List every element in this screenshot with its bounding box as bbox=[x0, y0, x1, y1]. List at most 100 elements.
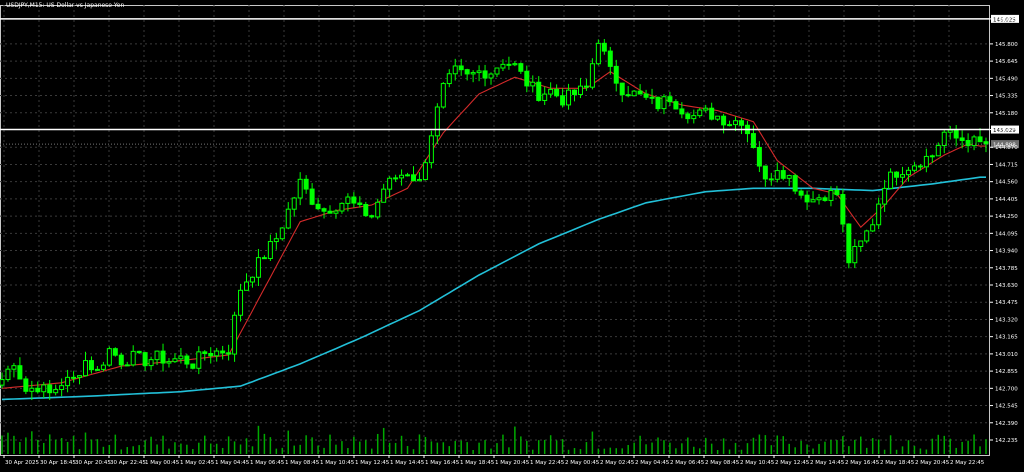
symbol-label: USDJPY,M15: US Dollar vs Japanese Yen bbox=[6, 2, 125, 9]
x-tick-label: 1 May 04:45 bbox=[215, 460, 250, 466]
candle bbox=[428, 130, 434, 169]
y-tick-label: 144.250 bbox=[995, 214, 1018, 220]
chart-canvas[interactable]: 146.025145.029144.898 146.025145.800145.… bbox=[0, 0, 1024, 468]
candle-body bbox=[858, 240, 864, 247]
candle-body bbox=[512, 63, 518, 66]
y-tick-label: 143.475 bbox=[995, 300, 1018, 306]
candle-body bbox=[303, 178, 309, 190]
candle bbox=[738, 118, 744, 135]
candle-body bbox=[399, 174, 405, 179]
candle bbox=[601, 38, 607, 55]
candle-body bbox=[100, 364, 106, 370]
candle bbox=[846, 223, 852, 269]
candle-body bbox=[577, 85, 583, 95]
candle-body bbox=[255, 257, 261, 278]
candle bbox=[512, 61, 518, 67]
candle bbox=[595, 39, 601, 66]
candle bbox=[613, 59, 619, 92]
candle bbox=[106, 346, 112, 367]
candle-body bbox=[900, 174, 906, 178]
y-tick-label: 144.560 bbox=[995, 180, 1018, 186]
candle bbox=[261, 255, 267, 260]
candle-body bbox=[476, 70, 482, 74]
candle bbox=[94, 366, 100, 371]
candle bbox=[387, 176, 393, 198]
candle-body bbox=[762, 165, 768, 180]
candle-body bbox=[118, 354, 124, 366]
x-tick-label: 1 May 06:45 bbox=[250, 460, 285, 466]
candle-body bbox=[154, 350, 160, 361]
candle-body bbox=[184, 355, 190, 365]
candle bbox=[566, 83, 572, 110]
candle bbox=[333, 209, 339, 219]
candle-body bbox=[160, 350, 166, 364]
candle-body bbox=[291, 197, 297, 210]
y-tick-label: 144.715 bbox=[995, 162, 1018, 168]
candle bbox=[190, 363, 196, 370]
price-chart[interactable]: 146.025 145.029 144.898 146.025 145.800 145.… bbox=[0, 0, 1024, 468]
candle-body bbox=[220, 350, 226, 354]
candle-body bbox=[709, 107, 715, 120]
candle bbox=[238, 283, 244, 322]
candle bbox=[339, 202, 345, 214]
candle bbox=[5, 365, 11, 382]
candle bbox=[29, 380, 35, 401]
candle bbox=[71, 371, 77, 383]
candle bbox=[894, 171, 900, 186]
candle bbox=[184, 353, 190, 369]
candle bbox=[548, 82, 554, 98]
candle-body bbox=[894, 171, 900, 178]
candle-body bbox=[649, 96, 655, 99]
candle-body bbox=[446, 73, 452, 85]
horizontal-lines[interactable]: 146.025145.029144.898 bbox=[0, 14, 1019, 149]
candle-body bbox=[500, 63, 506, 69]
candle bbox=[309, 183, 315, 206]
y-tick-label: 145.180 bbox=[995, 111, 1018, 117]
candle bbox=[446, 69, 452, 88]
candle bbox=[786, 174, 792, 187]
y-tick-label: 142.390 bbox=[995, 421, 1018, 427]
candle bbox=[59, 378, 65, 397]
y-tick-label: 145.645 bbox=[995, 59, 1018, 65]
candle-body bbox=[458, 65, 464, 71]
candle bbox=[410, 166, 416, 182]
candle bbox=[196, 346, 202, 375]
candle bbox=[82, 351, 88, 377]
candle-body bbox=[977, 136, 983, 143]
candle bbox=[506, 56, 512, 70]
candle bbox=[255, 248, 261, 287]
candle-body bbox=[5, 368, 11, 381]
candle-body bbox=[524, 70, 530, 87]
candle bbox=[524, 65, 530, 93]
candle bbox=[249, 276, 255, 288]
x-tick-label: 1 May 22:45 bbox=[530, 460, 565, 466]
candle bbox=[774, 162, 780, 183]
candle-body bbox=[607, 50, 613, 67]
candle bbox=[393, 174, 399, 182]
y-tick-label: 143.940 bbox=[995, 249, 1018, 255]
y-tick-label: 145.335 bbox=[995, 94, 1018, 100]
candle-body bbox=[983, 141, 989, 145]
candle-body bbox=[351, 196, 357, 204]
x-tick-label: 30 Apr 2025 bbox=[5, 460, 40, 466]
candle-body bbox=[685, 113, 691, 120]
y-tick-label: 143.165 bbox=[995, 335, 1018, 341]
candle bbox=[804, 190, 810, 210]
x-tick-label: 1 May 20:45 bbox=[495, 460, 530, 466]
candle-body bbox=[536, 81, 542, 101]
candle-body bbox=[691, 115, 697, 120]
candle-body bbox=[464, 69, 470, 75]
candle bbox=[440, 82, 446, 109]
candle bbox=[405, 172, 411, 177]
candle bbox=[768, 172, 774, 186]
candle bbox=[709, 102, 715, 121]
candle bbox=[458, 58, 464, 76]
candle bbox=[375, 198, 381, 220]
x-tick-label: 30 Apr 20:45 bbox=[75, 460, 111, 466]
candle bbox=[11, 362, 17, 378]
candle-body bbox=[876, 203, 882, 226]
candle bbox=[244, 273, 250, 291]
candle-body bbox=[548, 88, 554, 95]
candle-body bbox=[208, 353, 214, 357]
candle-body bbox=[375, 201, 381, 218]
